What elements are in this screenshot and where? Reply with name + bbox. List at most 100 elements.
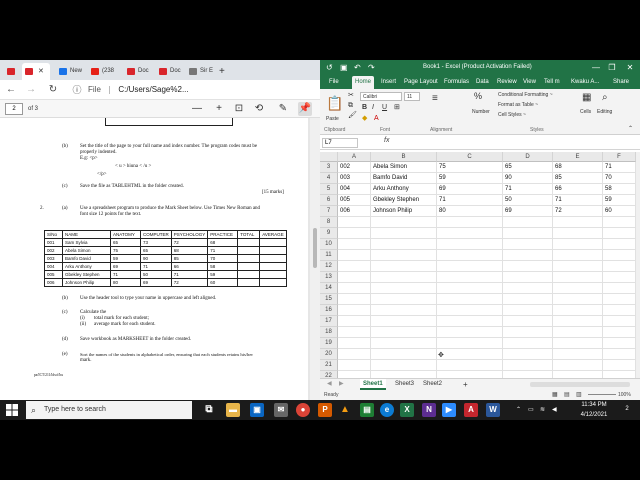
scrollbar-thumb[interactable] — [313, 228, 317, 268]
grid-cell[interactable] — [503, 228, 553, 239]
windows-start-icon[interactable] — [6, 404, 18, 416]
notifications-icon[interactable]: 2 — [620, 404, 634, 416]
grid-cell[interactable] — [437, 327, 503, 338]
grid-cell[interactable] — [553, 294, 603, 305]
grid-cell[interactable] — [503, 360, 553, 371]
column-header[interactable]: D — [503, 152, 553, 162]
account-name[interactable]: Kwaku A... — [568, 76, 602, 89]
fx-icon[interactable]: fx — [384, 137, 389, 144]
grid-cell[interactable] — [553, 261, 603, 272]
row-header[interactable]: 8 — [320, 217, 338, 228]
font-name-select[interactable]: Calibri — [360, 92, 402, 101]
grid-cell[interactable] — [437, 272, 503, 283]
grid-cell[interactable] — [437, 305, 503, 316]
grid-cell[interactable] — [603, 261, 636, 272]
grid-cell[interactable]: 002 — [338, 162, 371, 173]
grid-cell[interactable] — [371, 294, 437, 305]
grid-cell[interactable] — [437, 250, 503, 261]
grid-cell[interactable] — [338, 338, 371, 349]
grid-cell[interactable]: Johnson Philip — [371, 206, 437, 217]
tab-file[interactable]: File — [326, 76, 342, 89]
add-sheet-button[interactable]: + — [460, 379, 471, 390]
row-header[interactable]: 9 — [320, 228, 338, 239]
save-icon[interactable]: ▣ — [340, 60, 348, 75]
volume-icon[interactable]: ◀ — [552, 405, 557, 415]
grid-cell[interactable] — [371, 261, 437, 272]
row-header[interactable]: 16 — [320, 305, 338, 316]
grid-cell[interactable] — [371, 272, 437, 283]
grid-cell[interactable] — [437, 261, 503, 272]
fill-color-icon[interactable]: ◆ — [362, 115, 367, 123]
percent-icon[interactable]: % — [474, 92, 482, 101]
minimize-button[interactable]: — — [590, 60, 602, 75]
grid-cell[interactable] — [338, 316, 371, 327]
grid-cell[interactable] — [371, 239, 437, 250]
vlc-icon[interactable]: ▲ — [338, 403, 352, 417]
grid-cell[interactable]: 006 — [338, 206, 371, 217]
grid-cell[interactable] — [553, 272, 603, 283]
grid-cell[interactable] — [503, 261, 553, 272]
grid-cell[interactable] — [553, 228, 603, 239]
browser-tab-sir[interactable]: Sir E — [186, 63, 216, 80]
column-header[interactable]: C — [437, 152, 503, 162]
formula-input[interactable] — [396, 138, 636, 148]
grid-cell[interactable] — [437, 360, 503, 371]
back-icon[interactable]: ← — [4, 83, 18, 97]
grid-cell[interactable] — [503, 349, 553, 360]
font-color-icon[interactable]: A — [374, 115, 379, 123]
grid-cell[interactable] — [338, 272, 371, 283]
taskbar-search[interactable]: ⌕ Type here to search — [26, 401, 192, 419]
grid-cell[interactable]: Bamfo David — [371, 173, 437, 184]
grid-scrollbar[interactable] — [636, 152, 640, 378]
grid-cell[interactable]: 50 — [503, 195, 553, 206]
grid-cell[interactable] — [603, 283, 636, 294]
row-header[interactable]: 5 — [320, 184, 338, 195]
select-all-corner[interactable] — [320, 152, 338, 162]
grid-cell[interactable] — [553, 327, 603, 338]
pdf-scrollbar[interactable] — [310, 118, 320, 400]
grid-cell[interactable] — [553, 338, 603, 349]
grid-cell[interactable] — [437, 371, 503, 378]
mail-icon[interactable]: ✉ — [274, 403, 288, 417]
browser-tab-doc-1[interactable]: Doc — [124, 63, 152, 80]
sheet-tab-sheet3[interactable]: Sheet3 — [392, 379, 417, 390]
grid-cell[interactable] — [338, 250, 371, 261]
file-explorer-icon[interactable]: ▬ — [226, 403, 240, 417]
row-header[interactable]: 6 — [320, 195, 338, 206]
grid-cell[interactable] — [503, 217, 553, 228]
grid-cell[interactable] — [338, 217, 371, 228]
grid-cell[interactable] — [553, 283, 603, 294]
cells-icon[interactable]: ▦ — [582, 93, 591, 103]
grid-cell[interactable]: 72 — [553, 206, 603, 217]
grid-cell[interactable] — [437, 217, 503, 228]
grid-cell[interactable] — [503, 239, 553, 250]
restore-button[interactable]: ❐ — [606, 60, 618, 75]
row-header[interactable]: 22 — [320, 371, 338, 378]
column-header[interactable]: E — [553, 152, 603, 162]
grid-cell[interactable] — [503, 250, 553, 261]
pin-icon[interactable]: 📌 — [298, 102, 312, 116]
row-header[interactable]: 4 — [320, 173, 338, 184]
horizontal-scrollbar[interactable] — [530, 382, 630, 387]
prev-sheet-icon[interactable]: ◀ — [324, 379, 335, 390]
zoom-in-button[interactable]: + — [212, 102, 226, 116]
cut-icon[interactable]: ✂ — [348, 92, 354, 100]
row-header[interactable]: 18 — [320, 327, 338, 338]
grid-cell[interactable]: Abela Simon — [371, 162, 437, 173]
grid-cell[interactable]: 005 — [338, 195, 371, 206]
grid-cell[interactable] — [503, 316, 553, 327]
underline-button[interactable]: U — [382, 104, 387, 112]
new-tab-button[interactable]: + — [216, 63, 230, 80]
grid-cell[interactable] — [603, 272, 636, 283]
grid-cell[interactable]: 71 — [437, 195, 503, 206]
align-icon[interactable]: ≡ — [432, 94, 438, 104]
grid-cell[interactable] — [338, 371, 371, 378]
grid-cell[interactable] — [603, 305, 636, 316]
font-size-select[interactable]: 11 — [404, 92, 420, 101]
row-header[interactable]: 11 — [320, 250, 338, 261]
onenote-icon[interactable]: N — [422, 403, 436, 417]
grid-cell[interactable]: 58 — [603, 184, 636, 195]
grid-cell[interactable] — [603, 338, 636, 349]
clock[interactable]: 11:34 PM 4/12/2021 — [574, 400, 614, 420]
excel-icon[interactable]: X — [400, 403, 414, 417]
